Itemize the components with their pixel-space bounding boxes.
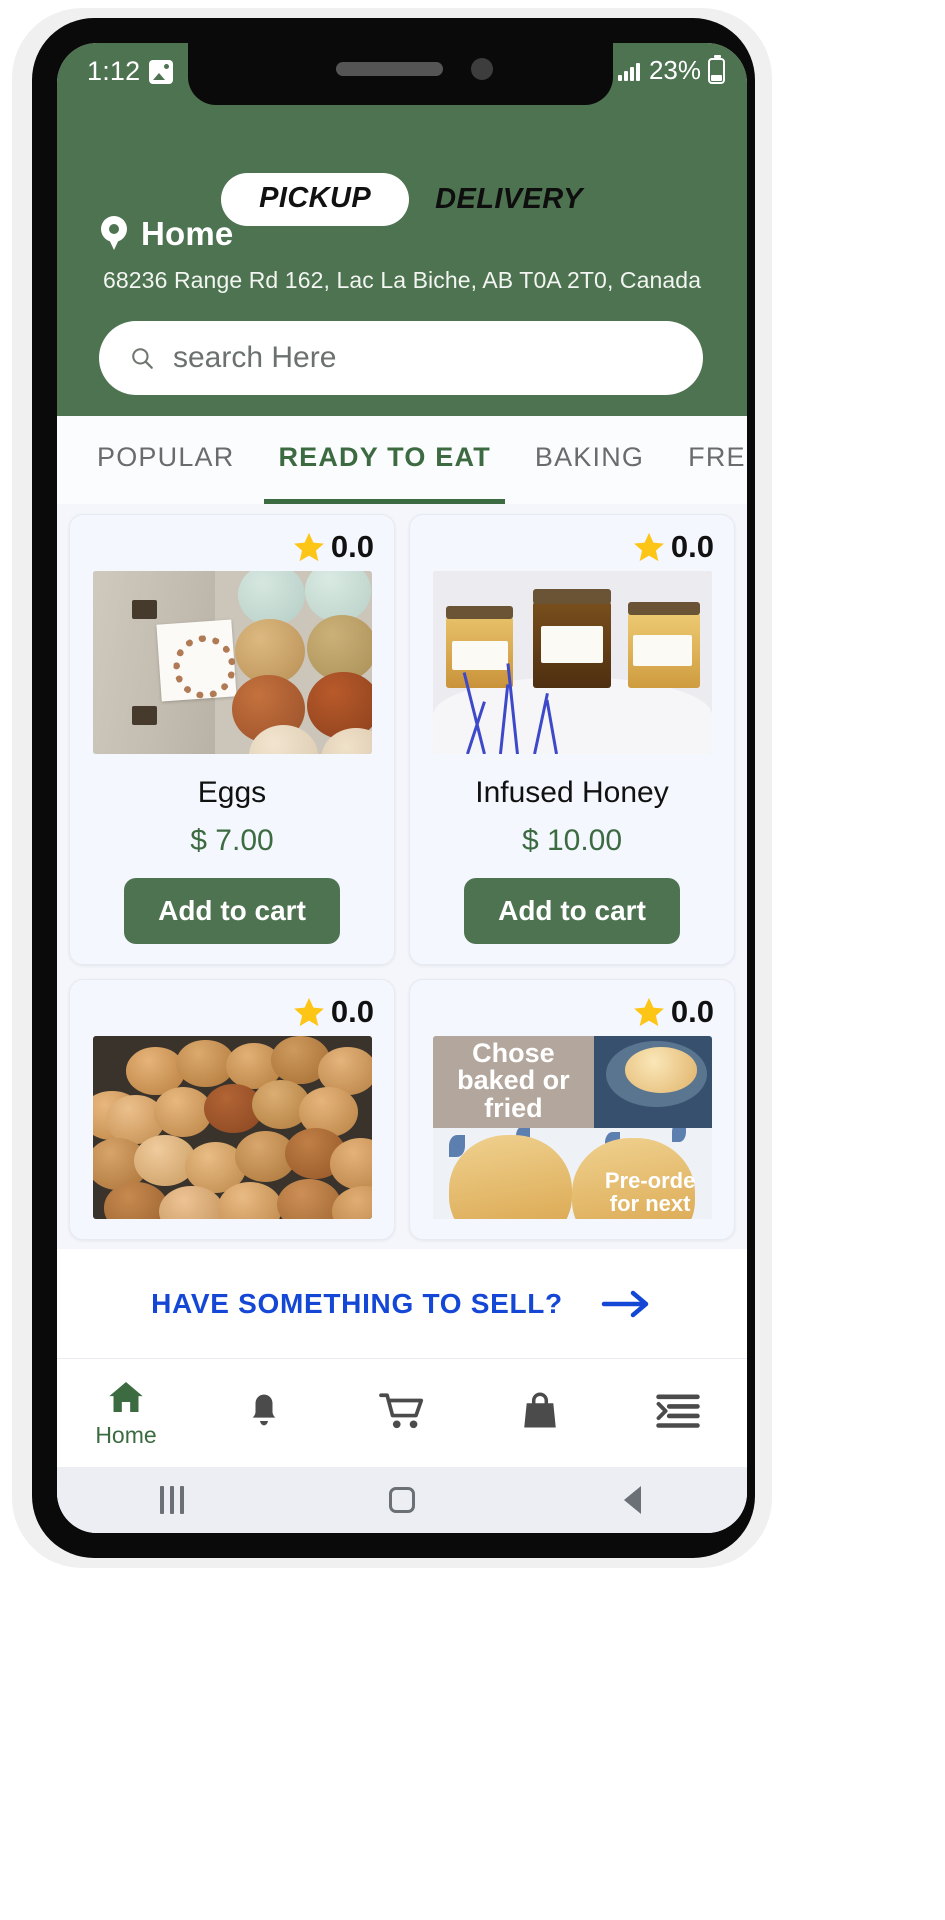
promo-line-5: for next [609, 1191, 691, 1217]
promo-line-3: fried [484, 1092, 543, 1123]
front-camera [471, 58, 493, 80]
category-tabs-strip: POPULAR READY TO EAT BAKING FRESH [57, 416, 747, 504]
add-to-cart-button[interactable]: Add to cart [124, 878, 340, 944]
nav-item-home-label: Home [95, 1422, 157, 1448]
earpiece-speaker [336, 62, 443, 76]
product-image-infused-honey [432, 571, 712, 754]
promo-line-2: baked or [457, 1065, 570, 1096]
phone-body: 1:12 ⇅ 23% PICKUP DELIVERY [12, 8, 772, 1568]
status-bar-left: 1:12 [87, 56, 174, 87]
nav-item-cart[interactable] [333, 1390, 471, 1437]
product-card-brown-eggs[interactable]: 0.0 [69, 979, 395, 1240]
star-icon [634, 997, 664, 1027]
star-icon [294, 997, 324, 1027]
product-grid: 0.0 Eggs $ 7.00 Add to cart 0.0 Infused … [57, 504, 747, 1249]
product-rating: 0.0 [631, 529, 714, 565]
promo-line-1: Chose [472, 1037, 555, 1068]
home-square-icon [389, 1487, 415, 1513]
battery-percent: 23% [648, 55, 701, 85]
status-bar-right: ⇅ 23% [598, 54, 725, 86]
menu-list-icon [656, 1394, 700, 1428]
pickup-tab[interactable]: PICKUP [221, 172, 410, 226]
product-price: $ 10.00 [521, 824, 623, 857]
tab-fresh[interactable]: FRESH [666, 416, 747, 504]
bag-icon [524, 1391, 556, 1427]
rating-value: 0.0 [330, 529, 374, 564]
rating-value: 0.0 [330, 994, 374, 1029]
search-bar[interactable] [99, 321, 703, 395]
android-system-nav[interactable] [57, 1467, 747, 1533]
screenshot-root: 1:12 ⇅ 23% PICKUP DELIVERY [0, 0, 945, 1920]
product-image-brown-eggs [92, 1036, 372, 1219]
signal-bars-icon [617, 61, 640, 81]
arrow-right-icon[interactable] [601, 1287, 653, 1321]
location-pin-icon [101, 216, 127, 252]
tab-ready-to-eat[interactable]: READY TO EAT [256, 416, 512, 504]
product-list[interactable]: 0.0 Eggs $ 7.00 Add to cart 0.0 Infused … [57, 504, 747, 1249]
category-tabs[interactable]: POPULAR READY TO EAT BAKING FRESH [57, 416, 747, 504]
product-rating: 0.0 [631, 994, 714, 1030]
rating-value: 0.0 [670, 994, 714, 1029]
product-price: $ 7.00 [190, 824, 274, 857]
recents-icon [160, 1486, 184, 1514]
cart-icon [379, 1392, 424, 1428]
location-selector[interactable]: Home [101, 215, 234, 253]
product-card-eggs[interactable]: 0.0 Eggs $ 7.00 Add to cart [69, 514, 395, 965]
delivery-tab[interactable]: DELIVERY [435, 184, 583, 214]
product-image-eggs [92, 571, 372, 754]
android-home-button[interactable] [287, 1487, 517, 1513]
search-icon [132, 348, 153, 369]
have-something-to-sell-banner[interactable]: HAVE SOMETHING TO SELL? [57, 1249, 747, 1359]
android-recents-button[interactable] [57, 1486, 287, 1514]
sell-banner-label: HAVE SOMETHING TO SELL? [151, 1287, 563, 1319]
phone-notch [188, 43, 613, 105]
nav-item-menu[interactable] [609, 1391, 747, 1436]
android-back-button[interactable] [517, 1486, 747, 1514]
nav-item-notifications[interactable] [195, 1390, 333, 1437]
tab-baking[interactable]: BAKING [513, 416, 666, 504]
status-time: 1:12 [87, 56, 141, 86]
product-card-baked-or-fried[interactable]: 0.0 Chose baked or fried Pre-orde for ne… [409, 979, 735, 1240]
tab-popular[interactable]: POPULAR [75, 416, 256, 504]
location-address: 68236 Range Rd 162, Lac La Biche, AB T0A… [103, 267, 702, 293]
product-rating: 0.0 [291, 529, 374, 565]
phone-screen: 1:12 ⇅ 23% PICKUP DELIVERY [57, 43, 747, 1533]
star-icon [634, 532, 664, 562]
add-to-cart-button[interactable]: Add to cart [464, 878, 680, 944]
battery-icon [708, 54, 725, 84]
product-card-infused-honey[interactable]: 0.0 Infused Honey $ 10.00 Add to cart [409, 514, 735, 965]
home-icon [109, 1382, 143, 1412]
product-name: Infused Honey [475, 776, 669, 809]
nav-item-home[interactable]: Home [57, 1377, 195, 1449]
bell-icon [252, 1394, 276, 1425]
back-chevron-icon [623, 1486, 641, 1514]
image-icon [149, 59, 174, 84]
location-label: Home [141, 215, 234, 252]
product-name: Eggs [197, 776, 267, 809]
promo-line-4: Pre-orde [604, 1168, 696, 1194]
star-icon [294, 532, 324, 562]
nav-item-orders[interactable] [471, 1390, 609, 1437]
product-rating: 0.0 [291, 994, 374, 1030]
bottom-navigation-bar[interactable]: Home [57, 1359, 747, 1467]
product-image-baked-or-fried: Chose baked or fried Pre-orde for next [432, 1036, 712, 1219]
rating-value: 0.0 [670, 529, 714, 564]
search-input[interactable] [173, 341, 653, 375]
